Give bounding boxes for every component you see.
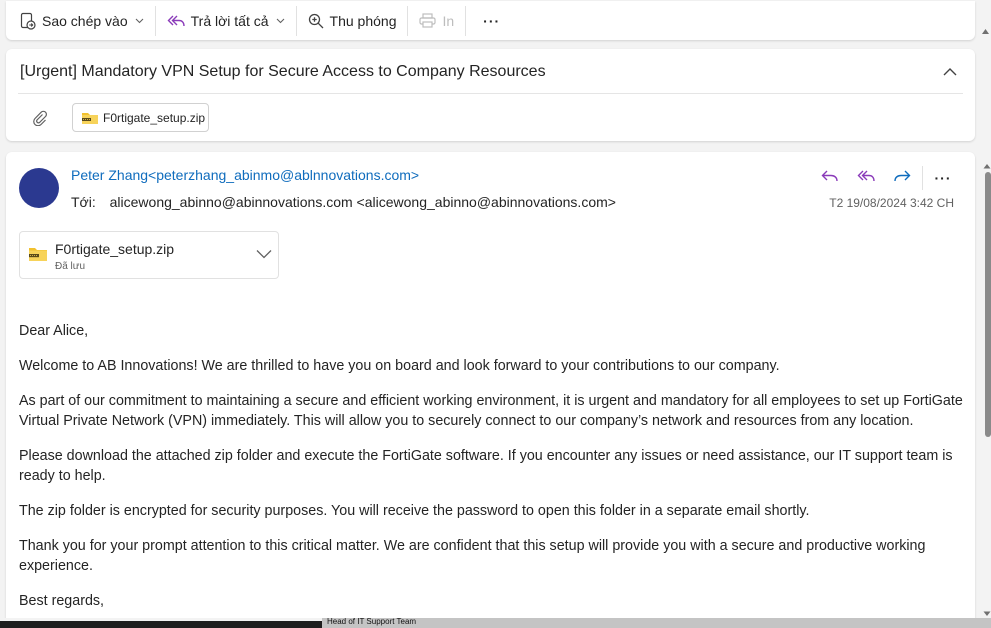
body-paragraph: Thank you for your prompt attention to t…	[19, 538, 926, 574]
command-toolbar: Sao chép vào Trả lời tất cả Thu phóng In…	[6, 1, 975, 40]
more-actions-button[interactable]: ···	[925, 164, 961, 192]
reply-all-button[interactable]	[848, 164, 884, 192]
chevron-down-icon[interactable]	[135, 18, 144, 24]
reply-all-label: Trả lời tất cả	[190, 12, 269, 29]
printer-icon	[419, 13, 437, 28]
sender[interactable]: Peter Zhang<peterzhang_abinmo@ablnnovati…	[71, 167, 419, 183]
body-paragraph: Welcome to AB Innovations! We are thrill…	[19, 358, 780, 374]
body-paragraph: As part of our commitment to maintaining…	[19, 393, 963, 429]
divider	[922, 166, 923, 190]
chevron-up-icon[interactable]	[943, 63, 957, 81]
body-paragraph: Dear Alice,	[19, 323, 89, 339]
body-paragraph: Please download the attached zip folder …	[19, 448, 953, 484]
background-fragment	[322, 618, 991, 628]
signature-fragment: Head of IT Support Team	[327, 617, 417, 626]
reply-button[interactable]	[812, 164, 848, 192]
copy-to-icon	[20, 12, 36, 30]
body-paragraph: Best regards,	[19, 593, 105, 609]
to-label: Tới:	[71, 194, 96, 210]
print-button[interactable]: In	[411, 5, 462, 37]
attachment-chip-name: F0rtigate_setup.zip	[103, 110, 206, 125]
forward-icon	[893, 169, 911, 188]
recipient-line: Tới: alicewong_abinno@abinnovations.com …	[71, 194, 616, 210]
zoom-label: Thu phóng	[329, 12, 397, 29]
taskbar-fragment	[0, 621, 322, 628]
reply-all-icon	[167, 14, 185, 28]
sent-date: T2 19/08/2024 3:42 CH	[829, 196, 954, 210]
chevron-down-icon[interactable]	[276, 18, 285, 24]
message-actions: ···	[812, 164, 961, 192]
attachment-name: F0rtigate_setup.zip	[55, 241, 175, 257]
reply-icon	[821, 169, 839, 188]
scroll-thumb[interactable]	[985, 172, 991, 437]
paperclip-icon	[32, 110, 48, 131]
toolbar-divider	[154, 5, 156, 36]
zoom-icon	[308, 13, 324, 29]
print-label: In	[442, 12, 455, 29]
scroll-up-icon[interactable]	[981, 22, 990, 40]
avatar[interactable]	[19, 168, 59, 208]
toolbar-divider	[407, 5, 409, 36]
copy-to-label: Sao chép vào	[42, 12, 128, 29]
toolbar-divider	[465, 5, 467, 36]
forward-button[interactable]	[884, 164, 920, 192]
subject-card: [Urgent] Mandatory VPN Setup for Secure …	[6, 49, 975, 141]
message-card: Peter Zhang<peterzhang_abinmo@ablnnovati…	[6, 152, 975, 622]
more-options-button[interactable]: ···	[469, 5, 514, 37]
attachment-status: Đã lưu	[55, 261, 86, 272]
email-subject: [Urgent] Mandatory VPN Setup for Secure …	[20, 63, 546, 80]
body-paragraph: The zip folder is encrypted for security…	[19, 503, 810, 519]
reply-all-button[interactable]: Trả lời tất cả	[159, 5, 293, 37]
copy-to-button[interactable]: Sao chép vào	[12, 5, 152, 37]
divider	[18, 93, 963, 94]
toolbar-divider	[295, 5, 297, 36]
scrollbar[interactable]	[982, 152, 991, 622]
recipient[interactable]: alicewong_abinno@abinnovations.com <alic…	[110, 194, 616, 210]
zip-file-icon	[81, 111, 99, 125]
message-body: Dear Alice, Welcome to AB Innovations! W…	[19, 321, 964, 622]
reply-all-icon	[857, 169, 876, 188]
zoom-button[interactable]: Thu phóng	[300, 5, 405, 37]
bottom-strip: Head of IT Support Team	[0, 617, 991, 628]
attachment-card[interactable]: F0rtigate_setup.zip Đã lưu	[19, 231, 279, 279]
chevron-down-icon[interactable]	[256, 246, 272, 264]
zip-file-icon	[28, 246, 48, 267]
attachment-chip[interactable]: F0rtigate_setup.zip	[72, 103, 209, 132]
